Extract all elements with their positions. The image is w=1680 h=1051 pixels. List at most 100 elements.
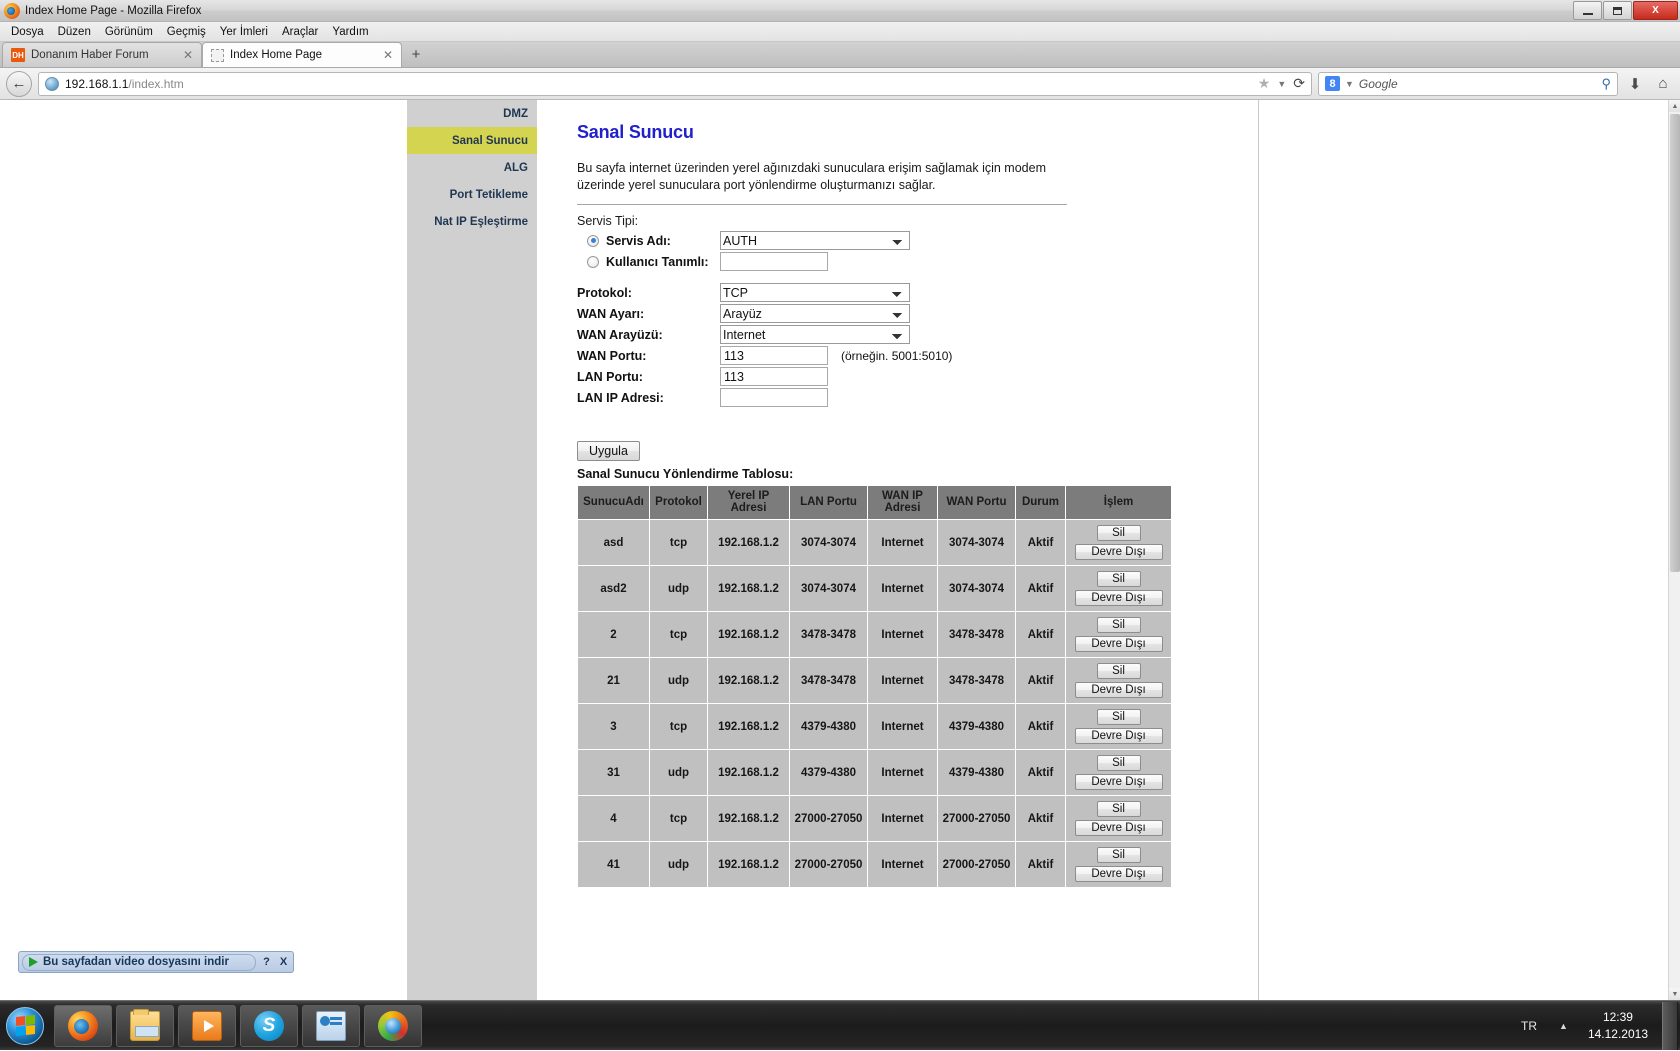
radio-custom-name[interactable] [587,255,599,268]
tray-language-indicator[interactable]: TR [1509,1019,1549,1033]
tab-close-icon[interactable]: ✕ [383,49,393,61]
menu-item-gecmis[interactable]: Geçmiş [161,24,212,40]
wan-setting-select[interactable]: Arayüz [720,304,910,324]
taskbar-item-firefox[interactable] [54,1004,112,1047]
wan-interface-row: WAN Arayüzü: Internet [577,325,1238,345]
sidebar-item-label: Port Tetikleme [449,188,528,201]
tab-close-icon[interactable]: ✕ [183,49,193,61]
minimize-button[interactable] [1573,1,1602,20]
taskbar-item-skype[interactable]: S [240,1004,298,1047]
scrollbar-thumb[interactable] [1670,114,1680,572]
cell-wan-ip: Internet [867,519,938,567]
delete-button[interactable]: Sil [1096,801,1141,818]
bookmark-star-icon[interactable]: ★ [1258,75,1271,92]
delete-button[interactable]: Sil [1096,755,1141,772]
chevron-down-icon[interactable]: ▼ [1277,79,1286,89]
delete-button[interactable]: Sil [1096,617,1141,634]
search-bar[interactable]: 8 ▼ Google ⚲ [1318,71,1618,96]
tray-expand-icon[interactable]: ▲ [1549,1021,1578,1031]
sidebar-item-dmz[interactable]: DMZ [407,100,537,127]
vertical-scrollbar[interactable]: ▲ ▼ [1668,100,1680,1000]
maximize-icon [1613,6,1622,15]
wan-interface-label: WAN Arayüzü: [577,327,663,342]
cell-protocol: udp [649,657,708,705]
download-video-button[interactable]: Bu sayfadan video dosyasını indir [22,953,256,971]
wan-interface-select[interactable]: Internet [720,325,910,345]
show-desktop-button[interactable] [1662,1001,1678,1050]
reload-icon[interactable]: ⟳ [1293,75,1305,92]
disable-button[interactable]: Devre Dışı [1074,820,1163,837]
maximize-button[interactable] [1603,1,1632,20]
menu-item-dosya[interactable]: Dosya [5,24,50,40]
close-button[interactable]: X [1633,1,1678,20]
menu-item-yer-imleri[interactable]: Yer İmleri [214,24,274,40]
service-name-label[interactable]: Servis Adı: [577,234,720,248]
sidebar-item-label: Nat IP Eşleştirme [434,215,528,228]
taskbar-item-control-panel[interactable] [302,1004,360,1047]
cell-wan-port: 27000-27050 [937,841,1016,889]
service-name-select[interactable]: AUTH [720,231,910,251]
delete-button[interactable]: Sil [1096,571,1141,588]
sidebar-item-sanal-sunucu[interactable]: Sanal Sunucu [407,127,537,154]
taskbar-clock[interactable]: 12:39 14.12.2013 [1578,1009,1658,1041]
sidebar-item-nat-ip-eslestirme[interactable]: Nat IP Eşleştirme [407,208,537,235]
disable-button[interactable]: Devre Dışı [1074,636,1163,653]
scroll-up-icon[interactable]: ▲ [1669,100,1680,112]
cell-wan-port: 3074-3074 [937,565,1016,613]
start-button[interactable] [0,1002,50,1050]
menu-item-duzen[interactable]: Düzen [52,24,97,40]
table-row: 31 udp 192.168.1.2 4379-4380 Internet 4379-43… [577,749,1172,797]
delete-button[interactable]: Sil [1096,847,1141,864]
lan-port-input[interactable] [720,367,828,387]
menu-item-gorunum[interactable]: Görünüm [99,24,159,40]
close-icon[interactable]: X [277,955,290,970]
home-icon[interactable]: ⌂ [1652,72,1674,96]
delete-button[interactable]: Sil [1096,709,1141,726]
action-buttons: Sil Devre Dışı [1070,617,1167,653]
header-protokol: Protokol [649,484,708,521]
delete-button[interactable]: Sil [1096,525,1141,542]
disable-button[interactable]: Devre Dışı [1074,544,1163,561]
disable-button[interactable]: Devre Dışı [1074,682,1163,699]
disable-button[interactable]: Devre Dışı [1074,728,1163,745]
menu-item-araclar[interactable]: Araçlar [276,24,324,40]
tab-bar: DH Donanım Haber Forum ✕ Index Home Page… [0,42,1680,68]
table-caption: Sanal Sunucu Yönlendirme Tablosu: [577,466,794,481]
tab-index-home-page[interactable]: Index Home Page ✕ [202,42,402,67]
protocol-select[interactable]: TCP [720,283,910,303]
back-arrow-icon[interactable]: ← [6,70,32,97]
cell-lan-port: 4379-4380 [789,749,868,797]
cell-local-ip: 192.168.1.2 [707,657,790,705]
menu-item-yardim[interactable]: Yardım [326,24,374,40]
disable-button[interactable]: Devre Dışı [1074,590,1163,607]
sidebar-item-alg[interactable]: ALG [407,154,537,181]
help-icon[interactable]: ? [260,955,273,970]
apply-button[interactable]: Uygula [577,440,640,461]
cell-actions: Sil Devre Dışı [1065,519,1172,567]
scroll-down-icon[interactable]: ▼ [1669,988,1680,1000]
lan-ip-input[interactable] [720,388,828,408]
search-engine-chevron-icon[interactable]: ▼ [1345,79,1354,89]
cell-actions: Sil Devre Dışı [1065,657,1172,705]
tab-donanim-haber-forum[interactable]: DH Donanım Haber Forum ✕ [2,42,202,67]
taskbar-item-media-player[interactable] [178,1004,236,1047]
delete-button[interactable]: Sil [1096,663,1141,680]
new-tab-button[interactable]: + [405,44,427,65]
disable-button[interactable]: Devre Dışı [1074,774,1163,791]
sidebar-item-label: Sanal Sunucu [451,134,528,147]
wan-port-input[interactable] [720,346,828,366]
google-search-engine-icon[interactable]: 8 [1325,76,1340,91]
custom-name-input[interactable] [720,252,828,272]
address-bar[interactable]: 192.168.1.1/index.htm ★ ▼ ⟳ [38,71,1312,96]
downloads-icon[interactable]: ⬇ [1624,72,1646,96]
taskbar-item-explorer[interactable] [116,1004,174,1047]
custom-name-label[interactable]: Kullanıcı Tanımlı: [577,255,720,269]
disable-button[interactable]: Devre Dışı [1074,866,1163,883]
search-icon[interactable]: ⚲ [1601,76,1611,92]
sidebar-item-port-tetikleme[interactable]: Port Tetikleme [407,181,537,208]
search-input[interactable]: Google [1359,77,1597,91]
windows-taskbar: S TR ▲ 12:39 14.12.2013 [0,1000,1680,1050]
radio-service-name[interactable] [587,234,599,247]
cell-local-ip: 192.168.1.2 [707,749,790,797]
taskbar-item-idm[interactable] [364,1004,422,1047]
